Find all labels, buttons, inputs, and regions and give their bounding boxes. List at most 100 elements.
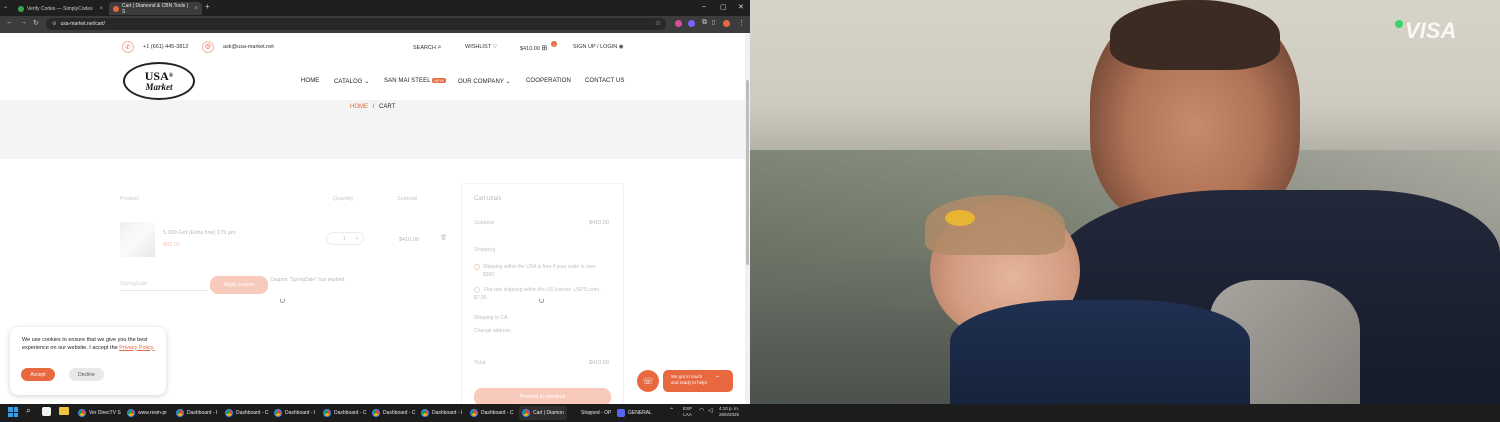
taskbar-item[interactable]: Dashboard - C <box>470 406 514 420</box>
profile-avatar[interactable] <box>723 20 730 27</box>
close-window-button[interactable]: ✕ <box>738 3 744 11</box>
accept-cookies-button[interactable]: Accept <box>21 368 55 381</box>
cart-count-badge: 1 <box>551 41 557 47</box>
chat-widget[interactable]: We got in touch and ready to help! ⌃ <box>663 370 733 392</box>
search-icon[interactable]: ⌕ <box>26 405 31 416</box>
shopping-bag-icon: ⊞ <box>541 45 548 52</box>
nav-our-company-label: OUR COMPANY <box>458 79 504 85</box>
taskbar-item[interactable]: Dashboard - C <box>323 406 367 420</box>
taskbar-item[interactable]: Dashboard - C <box>225 406 269 420</box>
search-link[interactable]: SEARCH ⌕ <box>413 44 441 52</box>
cart-link[interactable]: $410.00 ⊞ <box>520 44 547 52</box>
change-address-link[interactable]: Change address <box>474 328 511 334</box>
usa-market-logo[interactable]: USA® Market <box>123 62 195 100</box>
language-indicator[interactable]: ESP LAA <box>683 406 692 418</box>
call-icon[interactable]: ☏ <box>637 370 659 392</box>
nav-cooperation[interactable]: COOPERATION <box>526 78 571 84</box>
scrollbar-thumb[interactable] <box>746 80 749 265</box>
product-thumbnail[interactable] <box>120 222 155 257</box>
taskbar-item[interactable]: Dashboard - C <box>372 406 416 420</box>
proceed-to-checkout-button[interactable]: Proceed to checkout <box>474 388 611 404</box>
wishlist-link[interactable]: WISHLIST ♡ <box>465 44 497 50</box>
extension-icon[interactable] <box>675 20 682 27</box>
subtotal-value: $410.00 <box>589 220 609 226</box>
email-address[interactable]: ask@usa-market.net <box>223 44 274 50</box>
nav-our-company[interactable]: OUR COMPANY ⌄ <box>458 78 511 85</box>
taskbar-item-label: Dashboard - I <box>432 410 463 416</box>
new-tab-button[interactable]: + <box>205 2 210 11</box>
nav-san-mai-steel[interactable]: SAN MAI STEEL NEW <box>384 78 446 84</box>
coupon-message: Coupon "SpringSale" has expired. <box>270 277 346 283</box>
close-tab-icon[interactable]: × <box>99 6 103 12</box>
nav-catalog[interactable]: CATALOG ⌄ <box>334 78 369 85</box>
decline-cookies-button[interactable]: Decline <box>69 368 104 381</box>
logo-bottom-text: Market <box>145 81 173 92</box>
product-name[interactable]: 5,000 Grit (Extra fine) 175 µm <box>163 230 236 236</box>
nav-contact-us[interactable]: CONTACT US <box>585 78 624 84</box>
windows-start-icon[interactable] <box>8 407 18 417</box>
taskbar-item-active[interactable]: Cart | Diamon <box>519 406 567 420</box>
file-explorer-icon[interactable] <box>59 407 69 415</box>
apply-coupon-button[interactable]: Apply coupon <box>210 276 268 294</box>
quantity-column-header: Quantity <box>333 196 354 202</box>
privacy-policy-link[interactable]: Privacy Policy. <box>119 345 154 351</box>
taskbar-item[interactable]: Dashboard - I <box>176 406 217 420</box>
language-bottom: LAA <box>683 412 692 417</box>
address-bar[interactable]: ⚙ usa-market.net/cart/ <box>46 18 666 30</box>
shipping-option-free-radio[interactable] <box>474 264 480 270</box>
taskbar-item-label: www.resin-pr <box>138 410 167 416</box>
taskbar-item[interactable]: Stopped - OP <box>570 406 611 420</box>
volume-icon[interactable]: ◁ <box>708 407 713 414</box>
tab-search-icon[interactable]: ⌄ <box>3 3 8 10</box>
chevron-up-icon[interactable]: ⌃ <box>669 407 674 414</box>
wifi-icon[interactable]: ◠ <box>699 407 704 414</box>
taskbar-item[interactable]: Ver DirecTV S <box>78 406 121 420</box>
video-player[interactable]: VISA <box>750 0 1500 404</box>
taskbar-item[interactable]: Dashboard - I <box>274 406 315 420</box>
chrome-icon <box>372 409 380 417</box>
email-icon: @ <box>202 41 214 53</box>
reload-icon[interactable]: ↻ <box>33 19 39 27</box>
tab-title: Verify Codes — SimplyCodes <box>27 5 93 12</box>
bookmark-star-icon[interactable]: ☆ <box>655 19 661 27</box>
phone-number[interactable]: +1 (661) 445-3812 <box>143 44 188 50</box>
nav-san-mai-label: SAN MAI STEEL <box>384 78 431 84</box>
nav-home[interactable]: HOME <box>301 78 319 84</box>
tab-cart[interactable]: Cart | Diamond & CBN Tools | S × <box>109 2 202 15</box>
subtotal-label: Subtotal <box>474 220 495 226</box>
calendar-app-icon[interactable] <box>42 407 51 416</box>
taskbar-item[interactable]: GENERAL <box>617 406 652 420</box>
site-info-icon[interactable]: ⚙ <box>52 21 56 27</box>
quantity-value[interactable]: 1 <box>343 236 346 242</box>
remove-item-icon[interactable]: 🗑 <box>440 235 447 241</box>
shipping-label: Shipping <box>474 247 496 253</box>
chrome-icon <box>323 409 331 417</box>
chrome-icon <box>274 409 282 417</box>
close-tab-icon[interactable]: × <box>194 6 198 12</box>
coupon-input[interactable]: SpringSale <box>120 279 208 291</box>
sign-in-link[interactable]: SIGN UP / LOGIN ◉ <box>573 44 624 50</box>
increase-button[interactable]: + <box>355 236 358 242</box>
tab-verify-codes[interactable]: Verify Codes — SimplyCodes × <box>14 2 107 15</box>
chevron-up-icon[interactable]: ⌃ <box>715 376 720 382</box>
quantity-stepper[interactable]: - 1 + <box>326 232 364 245</box>
taskbar-item[interactable]: www.resin-pr <box>127 406 167 420</box>
menu-kebab-icon[interactable]: ⋮ <box>738 19 745 27</box>
clock[interactable]: 4:10 p. m. 25/6/2025 <box>719 406 739 418</box>
back-icon[interactable]: ← <box>6 19 13 26</box>
decrease-button[interactable]: - <box>332 236 334 242</box>
chrome-icon <box>470 409 478 417</box>
taskbar-item-label: Dashboard - C <box>236 410 269 416</box>
discord-icon <box>617 409 625 417</box>
chrome-icon <box>225 409 233 417</box>
breadcrumb-separator: / <box>372 104 375 110</box>
maximize-button[interactable]: ▢ <box>720 3 727 11</box>
extension-icon[interactable] <box>688 20 695 27</box>
taskbar-item[interactable]: Dashboard - I <box>421 406 462 420</box>
subtotal-column-header: Subtotal <box>397 196 418 202</box>
minimize-button[interactable]: – <box>702 3 706 10</box>
extensions-puzzle-icon[interactable]: ⧉ <box>702 19 707 27</box>
sidepanel-icon[interactable]: ▯ <box>712 19 715 26</box>
forward-icon[interactable]: → <box>20 19 27 26</box>
breadcrumb-home[interactable]: HOME <box>350 104 368 110</box>
